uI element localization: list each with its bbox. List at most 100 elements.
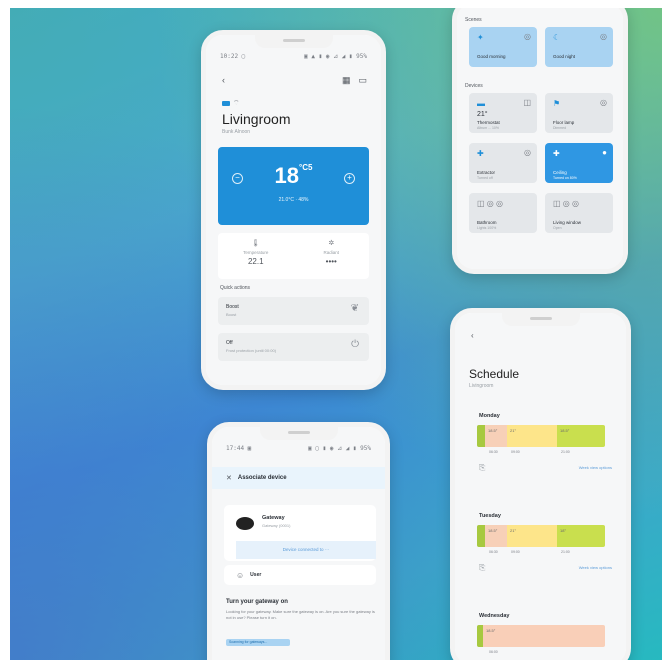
- day-label: Monday: [479, 413, 500, 419]
- increase-button[interactable]: +: [344, 173, 355, 184]
- status-bar: 17:44 ▣ ▣ ▢ ▮ ◉ ⊿ ◢ ▮ 95%: [226, 445, 371, 455]
- user-icon: ☺: [236, 570, 245, 580]
- power-icon[interactable]: ◎: [524, 32, 531, 41]
- schedule-bar[interactable]: 18.5°: [477, 625, 605, 647]
- fan-icon: ✚: [477, 149, 484, 158]
- livingroom-screen: 10:22 ▢ ▣ ▲ ▮ ◉ ⊿ ◢ ▮ 95% ‹ ▦ ▭ ⌔ Living…: [206, 35, 381, 385]
- heating-icon: ▬: [477, 99, 485, 108]
- week-view-link[interactable]: Week view options: [579, 465, 612, 470]
- schedule-subtitle: Livingroom: [469, 383, 494, 389]
- user-label: User: [250, 572, 262, 578]
- status-time: 10:22 ▢: [220, 53, 246, 60]
- heating-icon: [222, 101, 230, 106]
- phone-livingroom: 10:22 ▢ ▣ ▲ ▮ ◉ ⊿ ◢ ▮ 95% ‹ ▦ ▭ ⌔ Living…: [201, 30, 386, 390]
- schedule-segment[interactable]: 18°: [557, 525, 605, 547]
- schedule-time: 21:00: [561, 450, 570, 454]
- power-icon[interactable]: ◎: [524, 148, 531, 157]
- quick-action-off[interactable]: Off Frost protection (until 00:00) ⏻: [218, 333, 369, 361]
- week-view-link[interactable]: Week view options: [579, 565, 612, 570]
- scene-tile-night[interactable]: ☾ ◎ Good night: [545, 27, 613, 67]
- back-icon[interactable]: ‹: [471, 331, 474, 340]
- schedule-segment[interactable]: 18.5°: [557, 425, 605, 447]
- quick-action-title: Off: [226, 340, 233, 346]
- power-icon: ⏻: [351, 339, 359, 350]
- power-icon[interactable]: ●: [602, 148, 607, 157]
- device-tile-ceiling[interactable]: ✚ ● Ceiling Turned on 80%: [545, 143, 613, 183]
- schedule-screen: ‹ Schedule Livingroom Monday 18.5° 21° 18.5…: [455, 313, 626, 660]
- associate-screen: 17:44 ▣ ▣ ▢ ▮ ◉ ⊿ ◢ ▮ 95% ✕ Associate de…: [212, 427, 385, 660]
- schedule-segment[interactable]: 18.5°: [485, 525, 507, 547]
- calendar-icon[interactable]: ▭: [358, 75, 367, 86]
- stat-temperature: 🌡 Temperature 22.1: [218, 233, 294, 279]
- schedule-segment[interactable]: [477, 425, 485, 447]
- quick-action-boost[interactable]: Boost Boost ❦: [218, 297, 369, 325]
- associate-title: Associate device: [237, 475, 287, 481]
- status-bar: 10:22 ▢ ▣ ▲ ▮ ◉ ⊿ ◢ ▮ 95%: [220, 53, 367, 63]
- user-row[interactable]: ☺ User: [224, 565, 376, 585]
- moon-icon: ☾: [553, 33, 561, 42]
- schedule-segment[interactable]: 18.5°: [485, 425, 507, 447]
- day-label: Wednesday: [479, 613, 510, 619]
- schedule-time: 06:30: [489, 550, 498, 554]
- schedule-segment[interactable]: 21°: [507, 425, 557, 447]
- quick-actions-title: Quick actions: [220, 285, 251, 291]
- scenes-screen: Scenes ✦ ◎ Good morning ☾ ◎ Good night D…: [457, 8, 623, 269]
- schedule-bar[interactable]: 18.5° 21° 18.5°: [477, 425, 605, 447]
- room-icons: ⌔: [222, 99, 240, 108]
- device-tile-living-window[interactable]: ◫ ◎ ◎ Living window Open: [545, 193, 613, 233]
- device-status: Turned on 80%: [553, 176, 577, 180]
- stat-radiant: ✲ Radiant ••••: [294, 233, 370, 279]
- schedule-segment[interactable]: 21°: [507, 525, 557, 547]
- device-name: Ceiling: [553, 170, 567, 175]
- gateway-action[interactable]: Device connected to ···: [236, 541, 376, 559]
- copy-icon[interactable]: ⎘: [479, 563, 485, 572]
- scenes-label: Scenes: [465, 17, 482, 23]
- stat-value: 22.1: [247, 257, 264, 266]
- lamp-icon: ⚑: [553, 99, 561, 108]
- schedule-time: 21:00: [561, 550, 570, 554]
- schedule-segment[interactable]: [477, 525, 485, 547]
- gateway-card[interactable]: Gateway Gateway (0001) Device connected …: [224, 505, 376, 561]
- quick-action-title: Boost: [226, 304, 239, 310]
- device-name: Floor lamp: [553, 120, 575, 125]
- device-name: Thermostat: [477, 120, 500, 125]
- schedule-time: 06:30: [489, 450, 498, 454]
- device-value: 21°: [477, 111, 488, 118]
- sun-icon: ✲: [328, 240, 335, 247]
- schedule-time: 09:00: [511, 550, 520, 554]
- gateway-name: Gateway: [262, 515, 285, 521]
- device-tile-extractor[interactable]: ✚ ◎ Extractor Turned off: [469, 143, 537, 183]
- device-tile-floor-lamp[interactable]: ⚑ ◎ Floor lamp Dimmed: [545, 93, 613, 133]
- device-name: Bathroom: [477, 220, 497, 225]
- gateway-subtitle: Gateway (0001): [262, 523, 291, 528]
- status-icons: ▣ ▲ ▮ ◉ ⊿ ◢ ▮ 95%: [304, 53, 367, 60]
- device-tile-bathroom[interactable]: ◫ ◎ ◎ Bathroom Lights 100%: [469, 193, 537, 233]
- gateway-device-icon: [236, 517, 254, 530]
- scene-name: Good morning: [477, 54, 506, 59]
- schedule-bar[interactable]: 18.5° 21° 18°: [477, 525, 605, 547]
- day-actions: ⎘ Week view options: [479, 563, 612, 573]
- room-title: Livingroom: [222, 111, 291, 127]
- scene-tile-morning[interactable]: ✦ ◎ Good morning: [469, 27, 537, 67]
- back-icon[interactable]: ‹: [222, 75, 225, 86]
- power-icon[interactable]: ◎: [600, 32, 607, 41]
- device-name: Living window: [553, 220, 582, 225]
- grid-icon[interactable]: ▦: [342, 75, 351, 86]
- schedule-title: Schedule: [469, 367, 520, 381]
- setpoint-card: − 18°C5 + 21.0°C · 48%: [218, 147, 369, 225]
- phone-notch: [259, 427, 338, 440]
- device-tile-thermostat[interactable]: ▬ ◫ 21° Thermostat Altrum ... 10%: [469, 93, 537, 133]
- status-time: 17:44 ▣: [226, 445, 252, 452]
- schedule-time: 06:00: [489, 650, 498, 654]
- schedule-segment[interactable]: 18.5°: [483, 625, 605, 647]
- copy-icon[interactable]: ⎘: [479, 463, 485, 472]
- day-actions: ⎘ Week view options: [479, 463, 612, 473]
- device-status: Altrum ... 10%: [477, 126, 499, 130]
- toolbar: ‹ ▦ ▭: [222, 75, 367, 86]
- close-icon[interactable]: ✕: [226, 474, 232, 482]
- power-icon[interactable]: ◎: [600, 98, 607, 107]
- stat-label: Radiant: [323, 250, 339, 255]
- scanning-badge: Scanning for gateways...: [226, 639, 290, 646]
- device-status: Dimmed: [553, 126, 567, 130]
- phone-notch: [254, 35, 333, 48]
